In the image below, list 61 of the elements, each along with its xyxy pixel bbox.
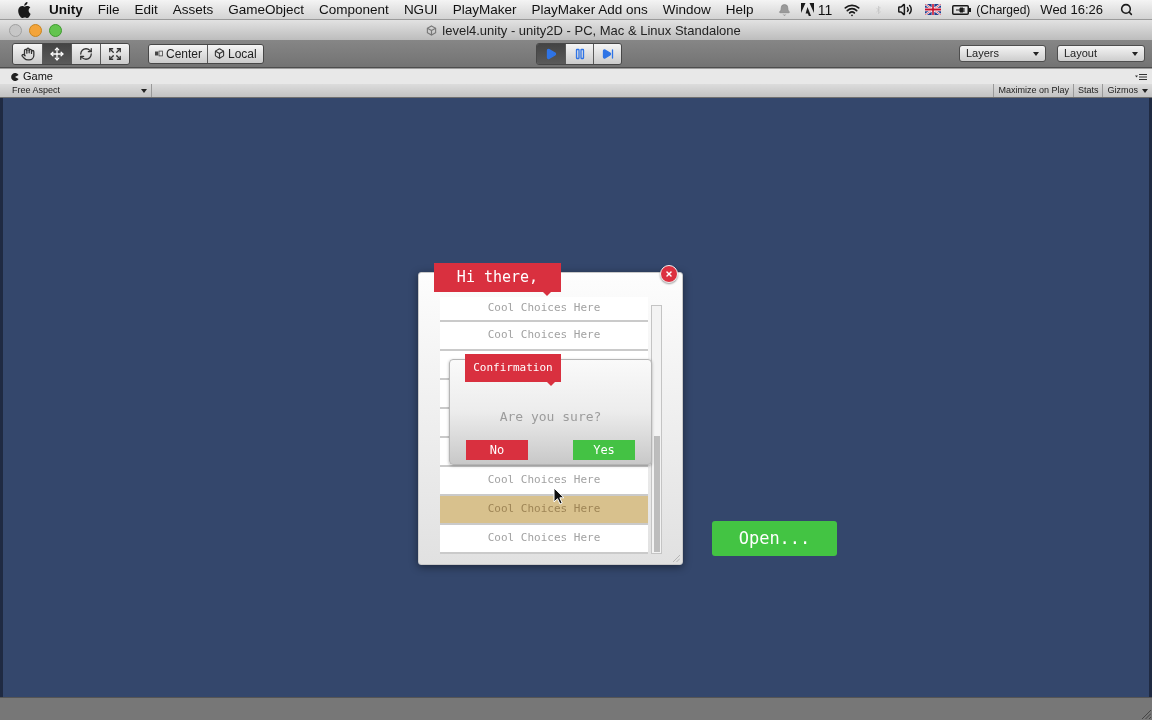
- battery-status: (Charged): [976, 3, 1031, 16]
- search-icon[interactable]: [1120, 3, 1133, 16]
- close-button[interactable]: [660, 265, 678, 283]
- cursor-icon: [553, 487, 565, 505]
- tool-button[interactable]: [100, 43, 129, 64]
- toolbar-toggle[interactable]: Gizmos: [1102, 84, 1152, 97]
- toolbar-toggle[interactable]: Stats: [1072, 84, 1103, 97]
- pivot-icon: [155, 50, 163, 57]
- flag-icon[interactable]: [925, 4, 942, 15]
- window-title: level4.unity - unity2D - PC, Mac & Linux Standalone: [442, 23, 741, 37]
- menu-item[interactable]: Help: [725, 2, 754, 17]
- volume-icon[interactable]: [897, 2, 914, 17]
- playback-button[interactable]: [565, 43, 593, 64]
- menu-item[interactable]: NGUI: [403, 2, 438, 17]
- dropdown[interactable]: Layout: [1057, 45, 1145, 62]
- menu-item[interactable]: Unity: [49, 2, 83, 17]
- tool-button[interactable]: [13, 43, 42, 64]
- playback-button[interactable]: [593, 43, 621, 64]
- menu-item[interactable]: File: [97, 2, 120, 17]
- resize-grip-icon[interactable]: [673, 555, 680, 562]
- pause-icon: [573, 47, 586, 60]
- move-icon: [50, 46, 64, 61]
- tool-button[interactable]: [42, 43, 71, 64]
- caret-icon: [1033, 51, 1039, 56]
- menu-item[interactable]: Window: [662, 2, 711, 17]
- apple-icon[interactable]: [17, 1, 31, 18]
- pivot-button[interactable]: Local: [207, 44, 263, 63]
- menu-icon[interactable]: [1135, 72, 1147, 81]
- cube-icon: [214, 48, 225, 59]
- logo-icon[interactable]: [800, 3, 814, 16]
- caret-icon: [141, 88, 147, 93]
- aspect-dropdown[interactable]: Free Aspect: [0, 84, 152, 97]
- resize-grip-icon[interactable]: [1141, 709, 1151, 719]
- pivot-button[interactable]: Center: [149, 44, 207, 63]
- clock[interactable]: Wed 16:26: [1040, 3, 1103, 16]
- cube-icon: [426, 24, 438, 36]
- caret-icon: [1132, 51, 1138, 56]
- step-icon: [601, 47, 614, 60]
- menu-item[interactable]: PlayMaker Add ons: [531, 2, 648, 17]
- scrollbar-track[interactable]: [651, 305, 662, 554]
- bell-icon[interactable]: [777, 2, 791, 17]
- game-tab[interactable]: Game: [11, 71, 53, 82]
- toolbar-toggle[interactable]: Maximize on Play: [993, 84, 1073, 97]
- scrollbar-thumb[interactable]: [653, 436, 660, 552]
- battery-icon[interactable]: [952, 4, 972, 15]
- menu-item[interactable]: GameObject: [228, 2, 305, 17]
- dialog-button[interactable]: No: [466, 440, 528, 460]
- tool-button[interactable]: [71, 43, 100, 64]
- rotate-icon: [79, 46, 93, 61]
- dropdown[interactable]: Layers: [959, 45, 1046, 62]
- menu-item[interactable]: PlayMaker: [452, 2, 517, 17]
- hand-icon: [20, 46, 35, 61]
- play-icon: [545, 47, 557, 60]
- caret-icon: [1142, 88, 1148, 93]
- menu-item[interactable]: Component: [319, 2, 389, 17]
- expand-icon: [108, 46, 122, 61]
- menu-item[interactable]: Assets: [172, 2, 214, 17]
- confirmation-message: Are you sure?: [499, 408, 602, 426]
- menu-item[interactable]: Edit: [134, 2, 158, 17]
- update-count: 11: [817, 2, 833, 17]
- close-icon: [665, 270, 673, 278]
